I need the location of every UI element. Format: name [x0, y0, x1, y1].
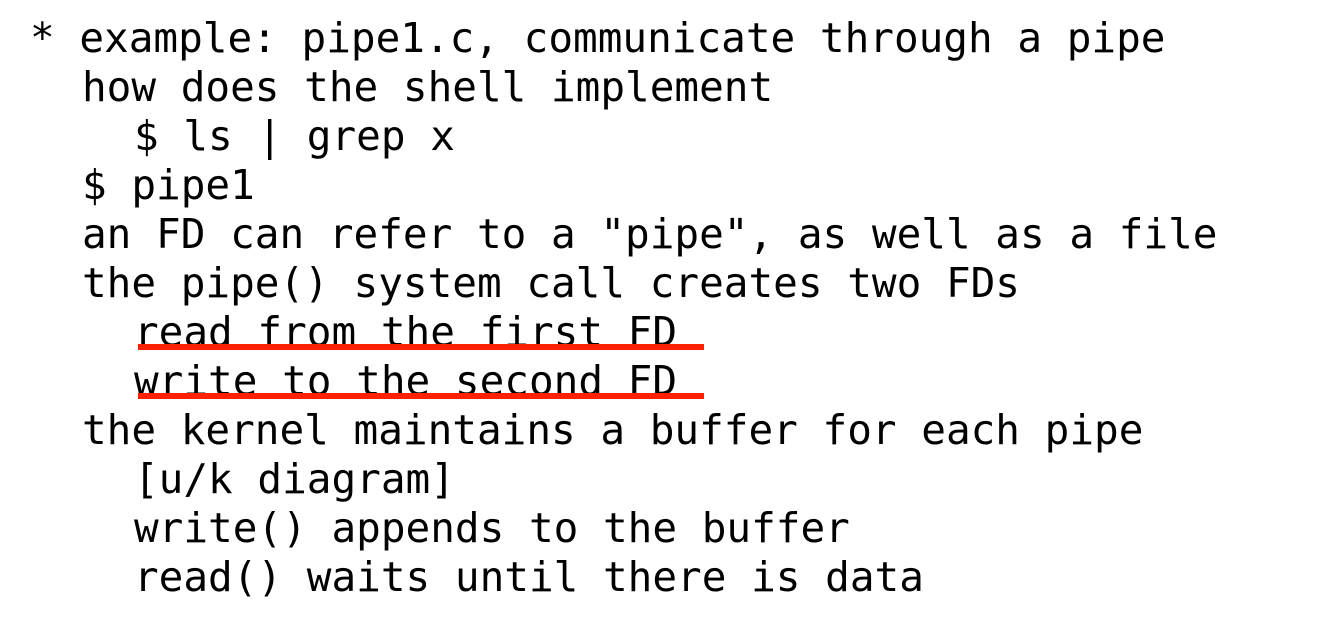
note-line: the pipe() system call creates two FDs [82, 259, 1020, 307]
note-line: * example: pipe1.c, communicate through … [30, 14, 1166, 62]
note-line: $ pipe1 [82, 161, 255, 209]
note-line: write() appends to the buffer [134, 504, 850, 552]
notes-canvas: * example: pipe1.c, communicate through … [0, 0, 1318, 626]
note-line: the kernel maintains a buffer for each p… [82, 406, 1144, 454]
note-line: an FD can refer to a "pipe", as well as … [82, 210, 1218, 258]
note-line: $ ls | grep x [134, 112, 455, 160]
red-underline-annotation [138, 344, 704, 350]
note-line: how does the shell implement [82, 63, 774, 111]
note-line: [u/k diagram] [134, 455, 455, 503]
note-line: read() waits until there is data [134, 553, 924, 601]
red-underline-annotation [138, 393, 704, 399]
